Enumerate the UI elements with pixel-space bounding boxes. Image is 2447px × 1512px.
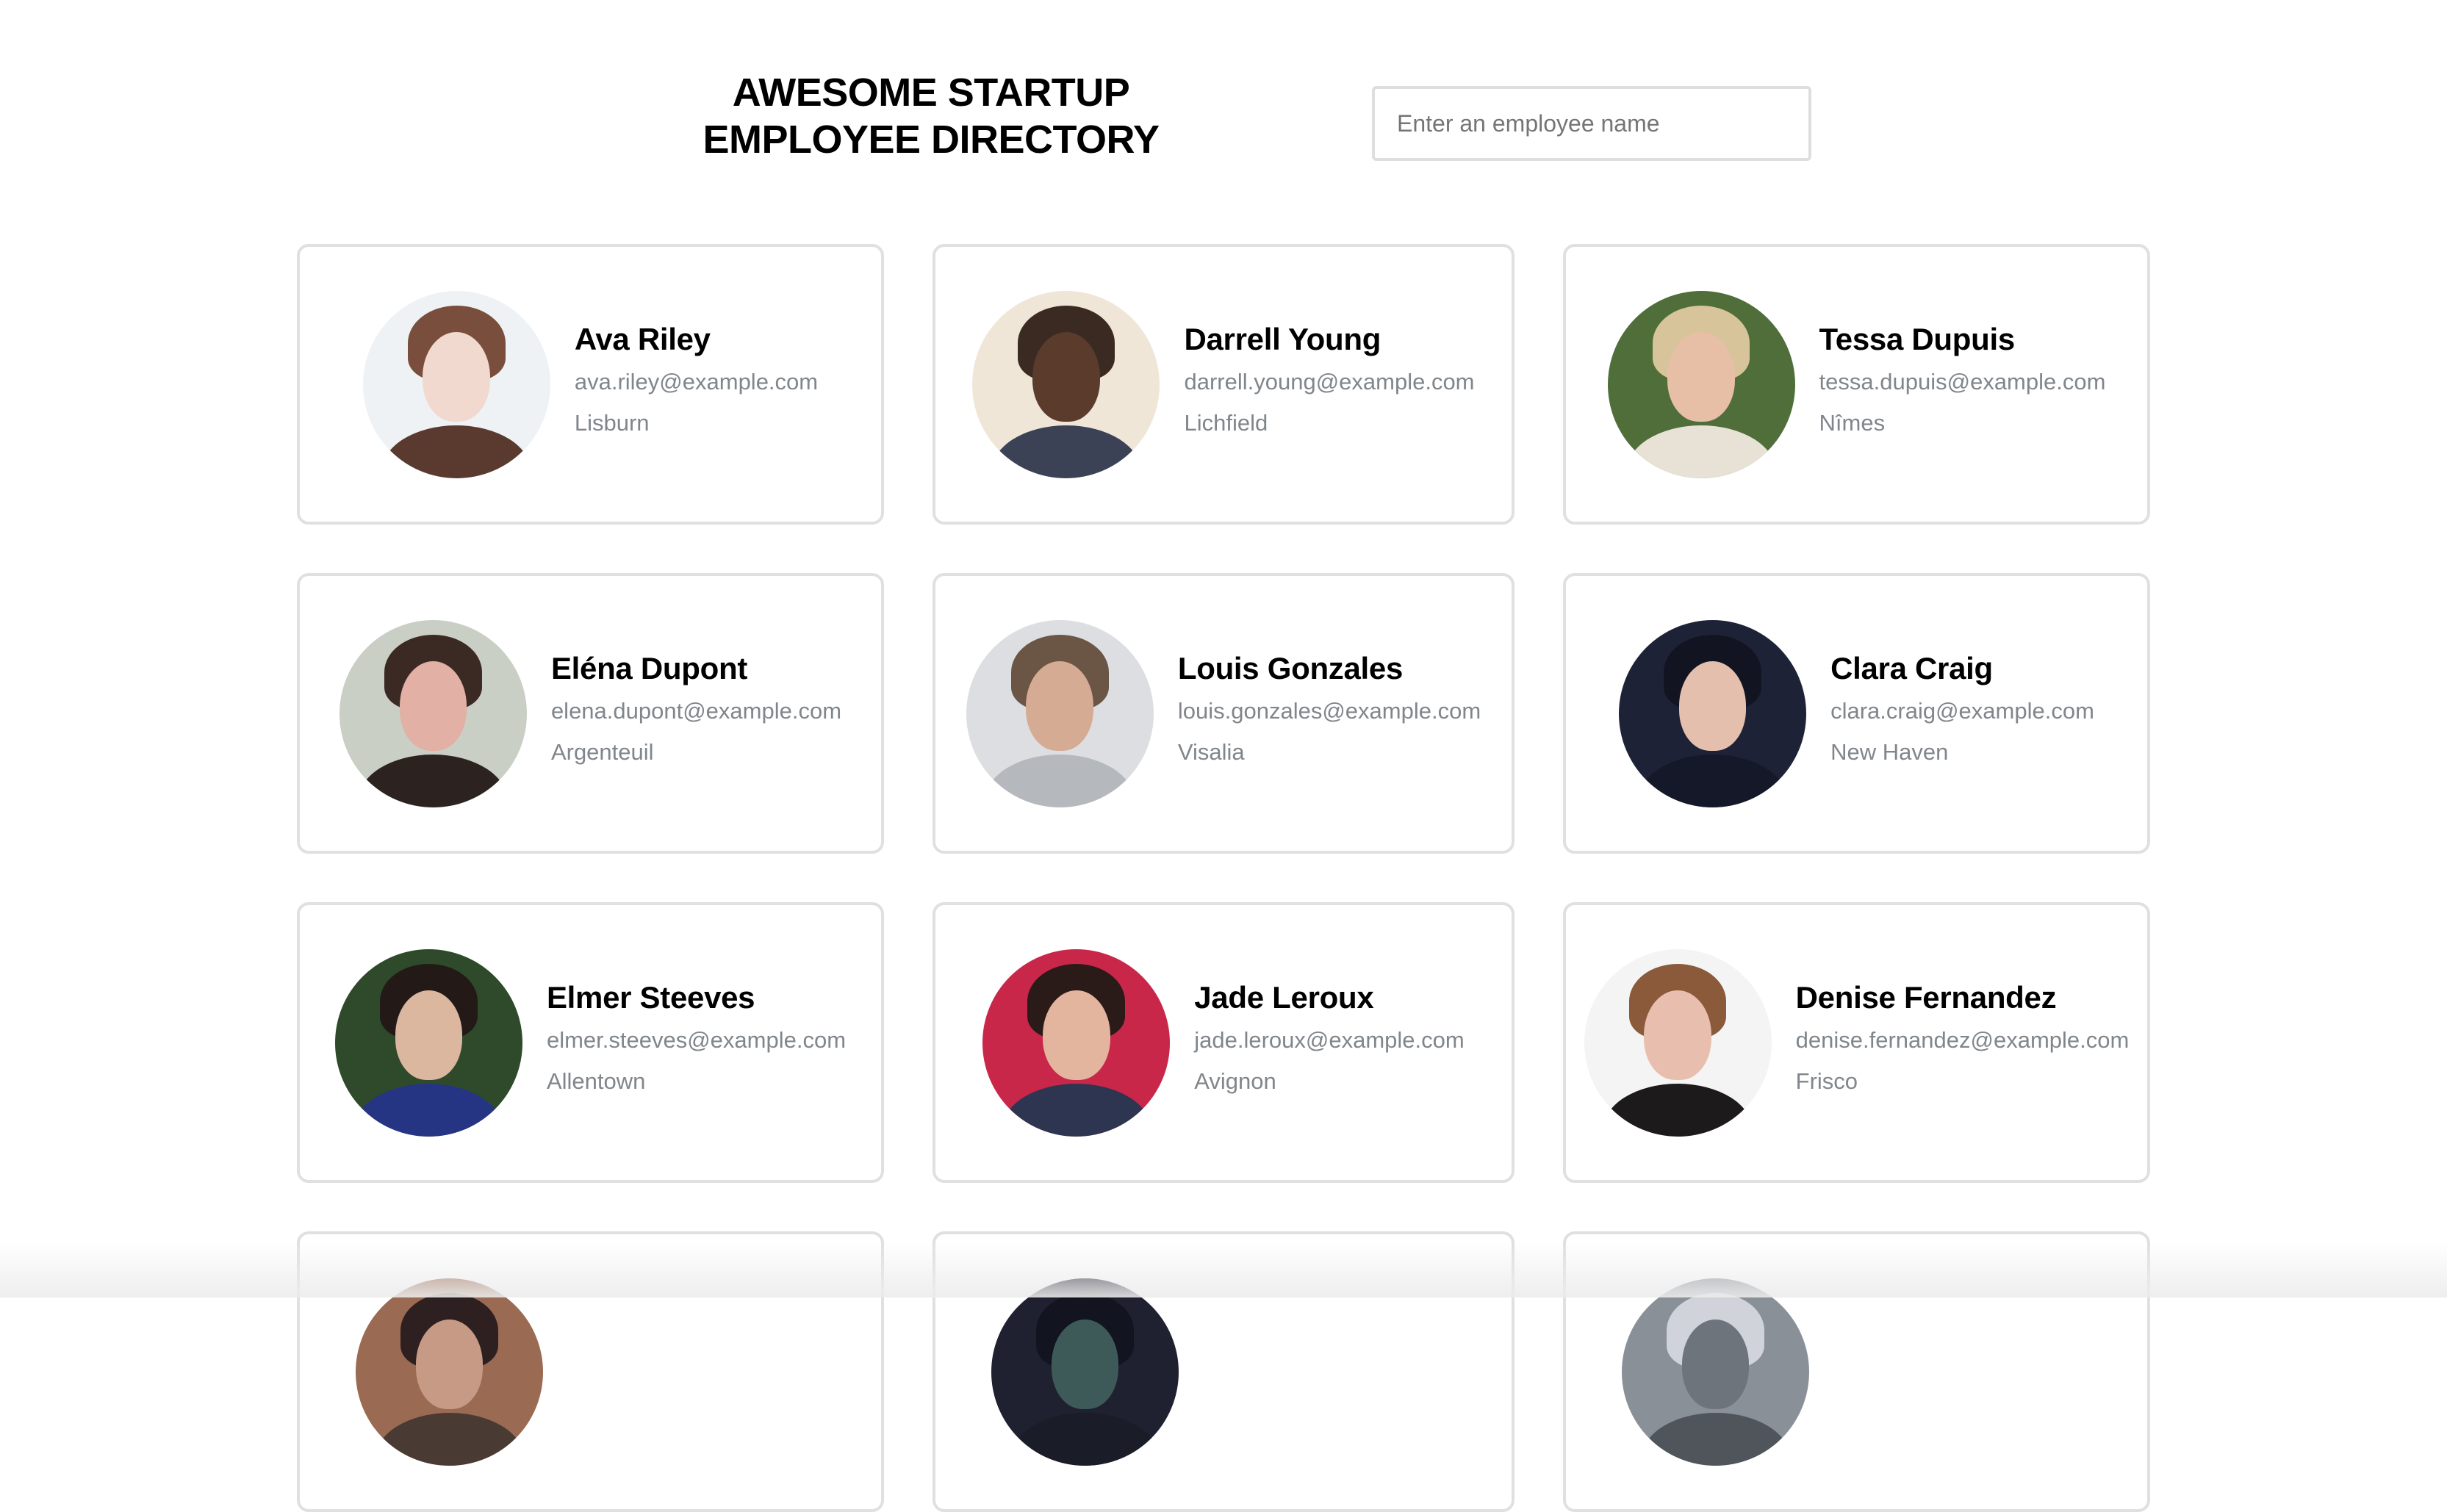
employee-card[interactable]: Darrell Young darrell.young@example.com Li… — [933, 244, 1514, 525]
employee-name: Eléna Dupont — [550, 651, 747, 685]
employee-card[interactable]: Ava Riley ava.riley@example.com Lisburn — [297, 244, 884, 525]
employee-avatar — [356, 1278, 543, 1466]
employee-email: tessa.dupuis@example.com — [1819, 369, 2106, 395]
page-header: AWESOME STARTUP EMPLOYEE DIRECTORY — [0, 0, 2447, 220]
employee-email: denise.fernandez@example.com — [1795, 1027, 2130, 1053]
employee-city: Allentown — [546, 1068, 646, 1094]
employee-city: Visalia — [1177, 739, 1245, 765]
avatar-face — [1678, 660, 1747, 751]
employee-info: Tessa Dupuis tessa.dupuis@example.com Nîme… — [1819, 320, 2106, 448]
avatar-body — [985, 755, 1135, 807]
employee-search-input[interactable] — [1372, 86, 1811, 161]
employee-info: Ava Riley ava.riley@example.com Lisburn — [575, 320, 818, 448]
employee-avatar — [1584, 948, 1772, 1137]
employee-info: Eléna Dupont elena.dupont@example.com Arge… — [551, 649, 841, 777]
employee-avatar — [1619, 619, 1807, 807]
employee-email: jade.leroux@example.com — [1194, 1027, 1465, 1053]
avatar-body — [381, 425, 532, 478]
employee-info: Elmer Steeves elmer.steeves@example.com Al… — [547, 979, 846, 1106]
avatar-face — [1681, 1319, 1750, 1409]
employee-card[interactable]: Tessa Dupuis tessa.dupuis@example.com Nîme… — [1563, 244, 2150, 525]
employee-email: ava.riley@example.com — [574, 369, 819, 395]
employee-name: Denise Fernandez — [1795, 980, 2057, 1015]
avatar-face — [1644, 990, 1712, 1080]
avatar-body — [1001, 1084, 1151, 1137]
employee-avatar — [339, 619, 527, 807]
page-title: AWESOME STARTUP EMPLOYEE DIRECTORY — [661, 69, 1201, 163]
avatar-body — [1640, 1413, 1791, 1466]
employee-email: darrell.young@example.com — [1184, 369, 1475, 395]
employee-email: clara.craig@example.com — [1830, 698, 2094, 724]
employee-card[interactable]: Jade Leroux jade.leroux@example.com Avigno… — [933, 902, 1514, 1183]
employee-avatar — [982, 948, 1171, 1137]
avatar-body — [353, 1084, 504, 1137]
employee-avatar — [334, 948, 522, 1137]
employee-avatar — [966, 619, 1154, 807]
employee-avatar — [362, 290, 550, 478]
avatar-body — [1603, 1084, 1753, 1137]
employee-city: Lichfield — [1184, 410, 1268, 436]
avatar-body — [1010, 1413, 1160, 1466]
employee-info: Denise Fernandez denise.fernandez@example… — [1796, 979, 2130, 1106]
avatar-face — [1667, 331, 1735, 422]
employee-card[interactable]: Denise Fernandez denise.fernandez@example… — [1563, 902, 2150, 1183]
employee-name: Ava Riley — [574, 322, 711, 356]
employee-info: Louis Gonzales louis.gonzales@example.com… — [1178, 649, 1481, 777]
avatar-body — [358, 755, 509, 807]
employee-name: Elmer Steeves — [546, 980, 755, 1015]
avatar-face — [1032, 331, 1100, 422]
employee-city: New Haven — [1830, 739, 1949, 765]
employee-card[interactable]: Louis Gonzales louis.gonzales@example.com… — [933, 573, 1514, 854]
employee-city: Frisco — [1795, 1068, 1858, 1094]
employee-card-partial[interactable] — [297, 1231, 884, 1512]
avatar-face — [1026, 660, 1094, 751]
employee-city: Nîmes — [1819, 410, 1886, 436]
employee-info: Jade Leroux jade.leroux@example.com Avigno… — [1194, 979, 1464, 1106]
employee-info: Darrell Young darrell.young@example.com Li… — [1184, 320, 1474, 448]
employee-card[interactable]: Eléna Dupont elena.dupont@example.com Arge… — [297, 573, 884, 854]
employee-name: Louis Gonzales — [1177, 651, 1404, 685]
avatar-body — [1626, 425, 1777, 478]
avatar-body — [1637, 755, 1788, 807]
employee-card-partial[interactable] — [1563, 1231, 2150, 1512]
employee-card-partial[interactable] — [933, 1231, 1514, 1512]
avatar-face — [423, 331, 491, 422]
avatar-face — [399, 660, 467, 751]
employee-avatar — [1607, 290, 1795, 478]
employee-card[interactable]: Elmer Steeves elmer.steeves@example.com Al… — [297, 902, 884, 1183]
employee-avatar — [972, 290, 1160, 478]
employee-name: Darrell Young — [1184, 322, 1381, 356]
employee-city: Lisburn — [574, 410, 650, 436]
employee-info: Clara Craig clara.craig@example.com New Ha… — [1830, 649, 2094, 777]
employee-avatar — [991, 1278, 1179, 1466]
avatar-face — [415, 1319, 484, 1409]
employee-card[interactable]: Clara Craig clara.craig@example.com New Ha… — [1563, 573, 2150, 854]
avatar-face — [1051, 1319, 1119, 1409]
employee-name: Jade Leroux — [1194, 980, 1374, 1015]
avatar-body — [991, 425, 1141, 478]
employee-email: louis.gonzales@example.com — [1177, 698, 1481, 724]
employee-name: Clara Craig — [1830, 651, 1993, 685]
employee-avatar — [1622, 1278, 1809, 1466]
avatar-face — [1042, 990, 1110, 1080]
employee-grid: Ava Riley ava.riley@example.com Lisburn Dar… — [297, 244, 2150, 1512]
avatar-face — [395, 990, 463, 1080]
employee-city: Avignon — [1194, 1068, 1276, 1094]
page-title-line-2: EMPLOYEE DIRECTORY — [703, 118, 1160, 162]
page-title-line-1: AWESOME STARTUP — [732, 71, 1130, 115]
avatar-body — [374, 1413, 525, 1466]
employee-city: Argenteuil — [550, 739, 654, 765]
employee-name: Tessa Dupuis — [1819, 322, 2016, 356]
employee-email: elena.dupont@example.com — [550, 698, 842, 724]
employee-email: elmer.steeves@example.com — [546, 1027, 847, 1053]
